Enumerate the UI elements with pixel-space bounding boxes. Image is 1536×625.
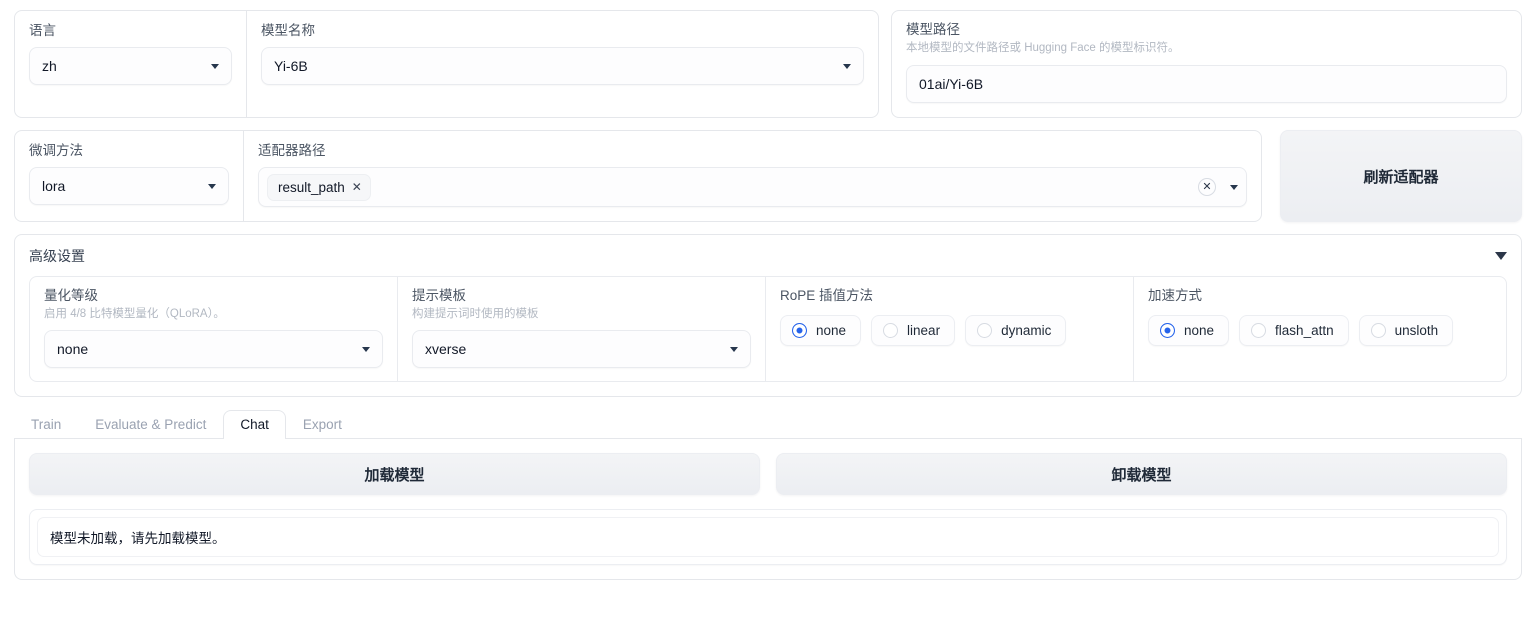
template-description: 构建提示词时使用的模板	[412, 307, 539, 320]
rope-option-none[interactable]: none	[780, 314, 862, 346]
main-tabs: Train Evaluate & Predict Chat Export	[14, 409, 1522, 440]
chevron-down-icon	[208, 183, 216, 189]
refresh-adapters-label: 刷新适配器	[1363, 168, 1439, 186]
finetune-method-cell: 微调方法 lora	[15, 131, 244, 222]
model-path-input[interactable]: 01ai/Yi-6B	[906, 65, 1507, 104]
model-name-dropdown[interactable]: Yi-6B	[261, 47, 864, 86]
finetune-method-label: 微调方法	[29, 143, 83, 159]
chevron-down-icon[interactable]	[1495, 252, 1507, 261]
adapter-token[interactable]: result_path ✕	[267, 173, 371, 201]
quantization-description: 启用 4/8 比特模型量化（QLoRA）。	[44, 307, 225, 320]
rope-radio-group: none linear dynamic	[780, 314, 1119, 346]
rope-label: RoPE 插值方法	[780, 288, 874, 304]
radio-icon[interactable]	[792, 322, 807, 338]
advanced-settings-title: 高级设置	[29, 248, 85, 265]
chevron-down-icon	[843, 63, 851, 69]
quantization-label: 量化等级	[44, 288, 98, 304]
quantization-dropdown[interactable]: none	[44, 330, 383, 369]
booster-label: 加速方式	[1148, 288, 1202, 304]
booster-option-flash-attn-label: flash_attn	[1275, 322, 1334, 338]
adapter-path-label: 适配器路径	[258, 143, 326, 159]
advanced-settings-accordion[interactable]: 高级设置 量化等级 启用 4/8 比特模型量化（QLoRA）。 none 提示模…	[14, 234, 1522, 398]
quantization-value: none	[57, 341, 89, 358]
load-model-button[interactable]: 加载模型	[29, 453, 760, 496]
model-action-buttons: 加载模型 卸载模型	[29, 453, 1507, 496]
booster-radio-group: none flash_attn unsloth	[1148, 314, 1492, 346]
adapter-token-label: result_path	[278, 179, 345, 195]
config-row-top: 语言 zh 模型名称 Yi-6B 模型路径 本地模型的文件路径或 Hugging…	[14, 10, 1522, 119]
booster-option-unsloth-label: unsloth	[1394, 322, 1439, 338]
rope-option-linear[interactable]: linear	[871, 314, 956, 346]
unload-model-button[interactable]: 卸载模型	[776, 453, 1507, 496]
template-cell: 提示模板 构建提示词时使用的模板 xverse	[398, 277, 766, 382]
chevron-down-icon	[362, 346, 370, 352]
finetune-adapter-group: 微调方法 lora 适配器路径 result_path ✕ ✕	[14, 130, 1262, 223]
advanced-settings-header[interactable]: 高级设置	[29, 246, 1507, 266]
chevron-down-icon	[211, 63, 219, 69]
adapter-path-multiselect[interactable]: result_path ✕ ✕	[258, 167, 1247, 208]
load-model-label: 加载模型	[364, 466, 425, 484]
tab-export[interactable]: Export	[286, 410, 359, 439]
rope-cell: RoPE 插值方法 none linear dynamic	[766, 277, 1134, 382]
finetune-method-value: lora	[42, 178, 66, 195]
chevron-down-icon[interactable]	[1230, 184, 1238, 190]
tab-evaluate-predict[interactable]: Evaluate & Predict	[78, 410, 223, 439]
rope-option-dynamic-label: dynamic	[1001, 322, 1052, 338]
chevron-down-icon	[730, 346, 738, 352]
radio-icon[interactable]	[977, 322, 993, 338]
chat-tab-panel: 加载模型 卸载模型 模型未加载，请先加载模型。	[14, 439, 1522, 581]
radio-icon[interactable]	[1370, 322, 1386, 338]
model-name-value: Yi-6B	[274, 58, 308, 75]
model-path-description: 本地模型的文件路径或 Hugging Face 的模型标识符。	[906, 42, 1180, 55]
booster-option-unsloth[interactable]: unsloth	[1358, 314, 1454, 346]
finetune-method-dropdown[interactable]: lora	[29, 167, 229, 206]
booster-option-flash-attn[interactable]: flash_attn	[1239, 314, 1349, 346]
rope-option-none-label: none	[816, 322, 847, 338]
close-icon[interactable]: ✕	[352, 180, 362, 194]
model-path-label: 模型路径	[906, 22, 960, 37]
language-dropdown[interactable]: zh	[29, 47, 232, 86]
booster-option-none-label: none	[1184, 322, 1215, 338]
tab-chat[interactable]: Chat	[223, 410, 286, 440]
booster-cell: 加速方式 none flash_attn unsloth	[1134, 277, 1506, 381]
radio-icon[interactable]	[883, 322, 899, 338]
language-cell: 语言 zh	[15, 11, 247, 118]
config-row-adapter: 微调方法 lora 适配器路径 result_path ✕ ✕ 刷新适配器	[14, 130, 1522, 223]
refresh-adapters-button[interactable]: 刷新适配器	[1280, 130, 1522, 223]
language-model-group: 语言 zh 模型名称 Yi-6B	[14, 10, 879, 119]
adapter-path-cell: 适配器路径 result_path ✕ ✕	[244, 131, 1261, 221]
advanced-settings-body: 量化等级 启用 4/8 比特模型量化（QLoRA）。 none 提示模板 构建提…	[29, 276, 1507, 383]
model-path-value: 01ai/Yi-6B	[919, 76, 984, 93]
chat-status-message: 模型未加载，请先加载模型。	[37, 517, 1499, 558]
rope-option-linear-label: linear	[907, 322, 941, 338]
quantization-cell: 量化等级 启用 4/8 比特模型量化（QLoRA）。 none	[30, 277, 398, 382]
tab-train[interactable]: Train	[14, 410, 78, 439]
booster-option-none[interactable]: none	[1148, 314, 1230, 346]
model-path-group: 模型路径 本地模型的文件路径或 Hugging Face 的模型标识符。 01a…	[891, 10, 1522, 119]
chat-status-container: 模型未加载，请先加载模型。	[29, 509, 1507, 566]
radio-icon[interactable]	[1160, 322, 1175, 338]
radio-icon[interactable]	[1251, 322, 1267, 338]
model-name-cell: 模型名称 Yi-6B	[247, 11, 878, 117]
language-value: zh	[42, 58, 57, 75]
language-label: 语言	[29, 23, 56, 38]
template-label: 提示模板	[412, 288, 466, 304]
app-root: 语言 zh 模型名称 Yi-6B 模型路径 本地模型的文件路径或 Hugging…	[0, 0, 1536, 625]
template-value: xverse	[425, 341, 467, 358]
clear-all-icon[interactable]: ✕	[1198, 178, 1216, 197]
template-dropdown[interactable]: xverse	[412, 330, 751, 369]
rope-option-dynamic[interactable]: dynamic	[965, 314, 1067, 346]
unload-model-label: 卸载模型	[1111, 466, 1172, 484]
model-name-label: 模型名称	[261, 23, 315, 38]
